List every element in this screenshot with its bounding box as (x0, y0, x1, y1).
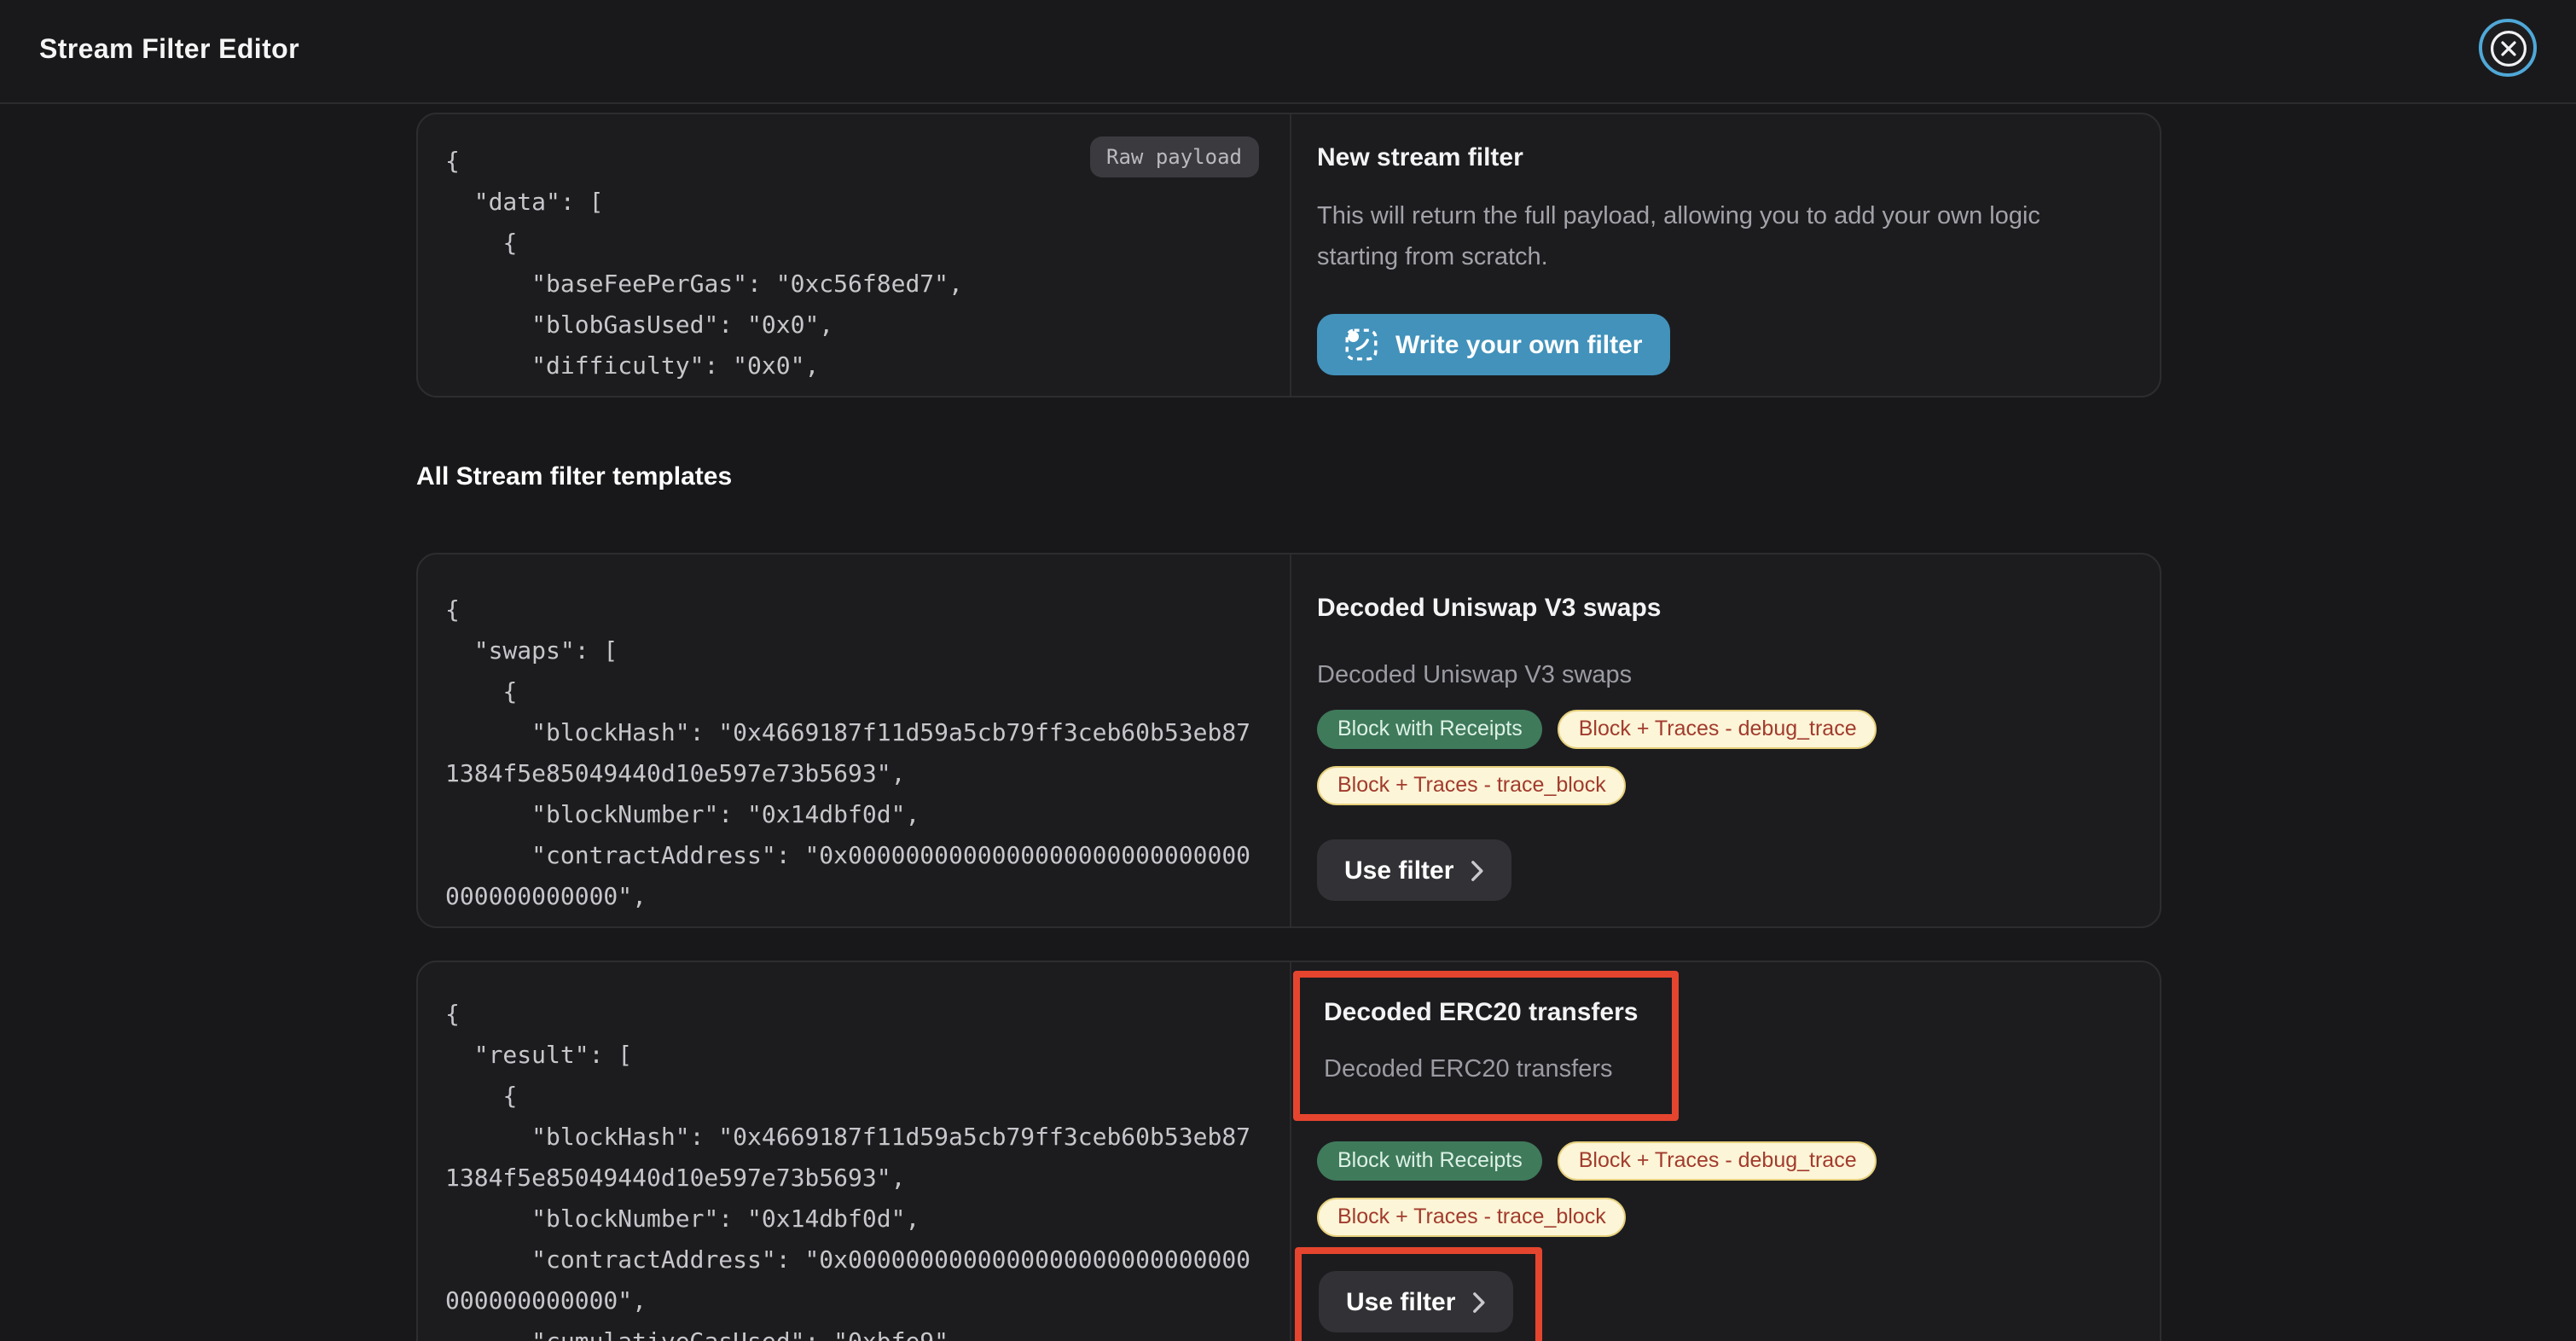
template-title: Decoded ERC20 transfers (1324, 996, 1638, 1030)
new-stream-filter-card: { "data": [ { "baseFeePerGas": "0xc56f8e… (416, 113, 2161, 398)
template-title: Decoded Uniswap V3 swaps (1317, 592, 2115, 626)
badge-block-traces-debug-trace: Block + Traces - debug_trace (1558, 1141, 1877, 1181)
button-label: Use filter (1346, 1287, 1455, 1316)
json-preview-panel: { "result": [ { "blockHash": "0x4669187f… (418, 962, 1291, 1341)
red-highlight-button-box: Use filter (1295, 1247, 1542, 1341)
template-info-panel: Decoded Uniswap V3 swaps Decoded Uniswap… (1291, 554, 2160, 926)
template-subtitle: Decoded Uniswap V3 swaps (1317, 659, 2115, 693)
modal-header: Stream Filter Editor (0, 0, 2576, 104)
circle-x-icon (2488, 28, 2527, 67)
templates-heading: All Stream filter templates (416, 464, 2161, 491)
modal-content: { "data": [ { "baseFeePerGas": "0xc56f8e… (0, 113, 2161, 1341)
badge-list: Block with Receipts Block + Traces - deb… (1317, 710, 2115, 805)
new-filter-info-panel: New stream filter This will return the f… (1291, 114, 2160, 396)
raw-payload-badge: Raw payload (1089, 136, 1259, 177)
json-preview: { "swaps": [ { "blockHash": "0x4669187f1… (418, 554, 1290, 928)
badge-block-traces-trace-block: Block + Traces - trace_block (1317, 766, 1627, 805)
badge-block-with-receipts: Block with Receipts (1317, 1141, 1543, 1181)
close-button[interactable] (2479, 19, 2537, 77)
red-highlight-title-box: Decoded ERC20 transfers Decoded ERC20 tr… (1293, 971, 1679, 1121)
use-filter-button[interactable]: Use filter (1319, 1271, 1513, 1332)
card-title: New stream filter (1317, 142, 2115, 176)
template-subtitle: Decoded ERC20 transfers (1324, 1053, 1638, 1087)
json-preview-panel: { "data": [ { "baseFeePerGas": "0xc56f8e… (418, 114, 1291, 396)
json-preview: { "result": [ { "blockHash": "0x4669187f… (418, 962, 1290, 1341)
json-preview-panel: { "swaps": [ { "blockHash": "0x4669187f1… (418, 554, 1291, 926)
badge-list: Block with Receipts Block + Traces - deb… (1317, 1141, 2115, 1237)
use-filter-button[interactable]: Use filter (1317, 839, 1511, 901)
template-card-erc20-transfers: { "result": [ { "blockHash": "0x4669187f… (416, 961, 2161, 1341)
chevron-right-icon (1472, 1291, 1486, 1313)
chevron-right-icon (1471, 859, 1484, 881)
button-label: Use filter (1344, 856, 1453, 885)
draw-filter-icon (1344, 328, 1378, 362)
stream-filter-editor-modal: Stream Filter Editor { "data": [ { "base… (0, 0, 2576, 1341)
badge-block-with-receipts: Block with Receipts (1317, 710, 1543, 749)
write-your-own-filter-button[interactable]: Write your own filter (1317, 314, 1669, 375)
page-title: Stream Filter Editor (39, 36, 299, 67)
template-card-uniswap-v3-swaps: { "swaps": [ { "blockHash": "0x4669187f1… (416, 553, 2161, 928)
template-info-panel: Decoded ERC20 transfers Decoded ERC20 tr… (1291, 962, 2160, 1341)
button-label: Write your own filter (1395, 330, 1642, 359)
badge-block-traces-trace-block: Block + Traces - trace_block (1317, 1198, 1627, 1237)
card-description: This will return the full payload, allow… (1317, 196, 2115, 278)
badge-block-traces-debug-trace: Block + Traces - debug_trace (1558, 710, 1877, 749)
